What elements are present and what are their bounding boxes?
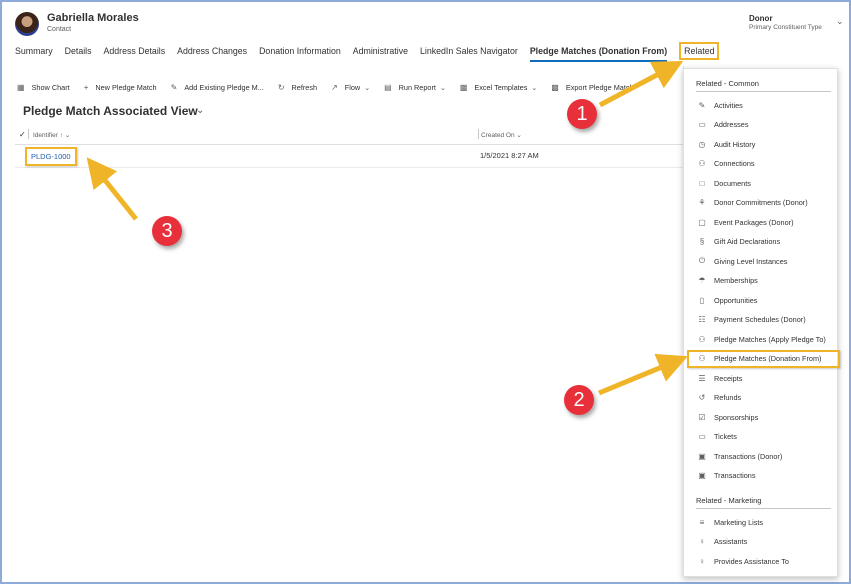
annotation-arrows [86, 60, 688, 396]
step-1-badge: 1 [567, 99, 597, 129]
app-window: Gabriella Morales Contact Donor Primary … [0, 0, 851, 584]
step-2-badge: 2 [564, 385, 594, 415]
arrow-2 [598, 353, 688, 396]
arrow-1 [598, 60, 684, 108]
step-3-badge: 3 [152, 216, 182, 246]
arrow-3 [86, 157, 138, 221]
